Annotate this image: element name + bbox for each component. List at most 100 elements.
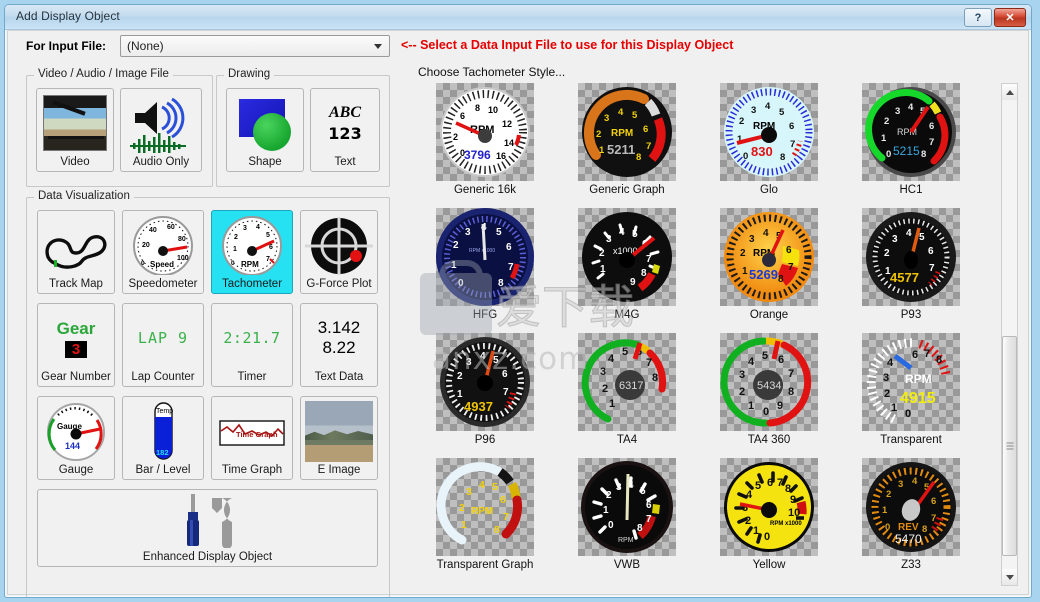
gallery-item[interactable]: 12 34 56 78 RPM 5269 Orange: [704, 208, 834, 321]
svg-text:6: 6: [500, 494, 506, 506]
tile-lap-counter[interactable]: LAP 9 Lap Counter: [122, 303, 204, 387]
tile-track-map[interactable]: Track Map: [37, 210, 115, 294]
track-map-icon: [38, 215, 114, 275]
svg-text:8: 8: [498, 278, 504, 289]
window-client-area: For Input File: (None) <-- Select a Data…: [7, 30, 1029, 597]
tachometer-style-pane: Choose Tachometer Style... 02 68 10 12 1…: [408, 61, 1026, 592]
gallery-item[interactable]: 01 23 45 67 89 10 RPM x1000 Yellow: [704, 458, 834, 571]
tile-audio-only[interactable]: Audio Only: [120, 88, 202, 172]
gauge-value: 5269: [749, 267, 778, 282]
gauge-value: 830: [751, 144, 773, 159]
svg-text:0: 0: [885, 522, 890, 533]
gallery-item[interactable]: 12 34 56 78 6317 TA4: [562, 333, 692, 446]
gallery-item[interactable]: 01 23 45 67 8 RPM VWB: [562, 458, 692, 571]
tile-text-data[interactable]: 3.142 8.22 Text Data: [300, 303, 378, 387]
tile-label: E Image: [317, 464, 361, 476]
scrollbar-grip-icon: [1006, 442, 1013, 450]
svg-text:2: 2: [739, 386, 745, 398]
gallery-item[interactable]: 01 23 45 67 89 5434 TA4 360: [704, 333, 834, 446]
gallery-item[interactable]: 12 34 56 78 RPM 5211 Generic Graph: [562, 83, 692, 196]
svg-text:3: 3: [898, 479, 903, 490]
triangle-up-icon: [1005, 89, 1014, 95]
gallery-item[interactable]: 12 34 56 7 4937 P96: [420, 333, 550, 446]
gallery-item-label: P96: [474, 434, 496, 446]
scroll-up-button[interactable]: [1002, 84, 1017, 100]
svg-text:6: 6: [912, 349, 918, 361]
tile-g-force-plot[interactable]: G-Force Plot: [300, 210, 378, 294]
svg-text:8: 8: [475, 103, 480, 113]
svg-text:10: 10: [488, 105, 498, 115]
tile-text[interactable]: ABC 123 Text: [310, 88, 380, 172]
gallery-item[interactable]: 01 2 3 4 6 78 RPM 4915 Transparent: [846, 333, 974, 446]
tile-label: Track Map: [49, 278, 103, 290]
svg-text:2: 2: [739, 116, 744, 127]
svg-text:100: 100: [177, 255, 189, 262]
gear-word: Gear: [56, 318, 96, 338]
add-display-object-window: Add Display Object ? ✕ For Input File: (…: [4, 4, 1032, 598]
tile-label: Gauge: [58, 464, 94, 476]
gallery-item[interactable]: 01 23 45 67 8 REV 5470 Z33: [846, 458, 974, 571]
tile-bar-level[interactable]: Temp 182 Bar / Level: [122, 396, 204, 480]
scroll-down-button[interactable]: [1002, 569, 1017, 585]
tile-label: Video: [60, 156, 90, 168]
gallery-item[interactable]: 01 23 45 67 8 RPM 830 Glo: [704, 83, 834, 196]
help-button[interactable]: ?: [964, 8, 992, 27]
svg-text:5: 5: [632, 229, 638, 240]
svg-text:6: 6: [786, 245, 792, 256]
gallery-item[interactable]: 01 23 45 67 8 RPM 5215 HC1: [846, 83, 974, 196]
svg-text:RPM: RPM: [471, 506, 493, 517]
lap-value: LAP 9: [137, 329, 189, 347]
svg-text:1: 1: [882, 505, 888, 516]
tile-time-graph[interactable]: Time Graph Time Graph: [211, 396, 293, 480]
gauge-value: 5434: [757, 380, 781, 392]
gallery-scrollbar[interactable]: [1001, 83, 1018, 586]
svg-text:2: 2: [596, 129, 601, 140]
svg-text:0: 0: [231, 260, 235, 267]
svg-text:6: 6: [767, 477, 773, 489]
input-file-combo[interactable]: (None): [120, 35, 390, 57]
tile-tachometer[interactable]: 1 2 3 4 5 6 7 0 RPM Tachometer: [211, 210, 293, 294]
svg-text:0: 0: [764, 531, 770, 543]
tile-timer[interactable]: 2:21.7 Timer: [211, 303, 293, 387]
svg-text:2: 2: [234, 234, 238, 241]
select-input-file-hint: <-- Select a Data Input File to use for …: [401, 38, 734, 52]
svg-text:7: 7: [777, 477, 783, 489]
svg-text:2: 2: [599, 248, 605, 259]
svg-text:0: 0: [763, 406, 769, 418]
gallery-item-label: VWB: [613, 559, 641, 571]
gallery-item[interactable]: 12 34 56 7 4577 P93: [846, 208, 974, 321]
svg-text:3: 3: [749, 234, 755, 245]
svg-text:8: 8: [641, 268, 647, 279]
svg-text:8: 8: [636, 152, 641, 163]
gallery-item[interactable]: 12 34 56 78 9 x1000 M4G: [562, 208, 692, 321]
gallery-item-label: HC1: [899, 184, 923, 196]
gallery-item[interactable]: 01 23 45 67 8 RPM x1000 HFG: [420, 208, 550, 321]
tile-label: Gear Number: [41, 371, 111, 383]
svg-text:5: 5: [779, 107, 785, 118]
tile-label: Text: [334, 156, 356, 168]
tile-e-image[interactable]: E Image: [300, 396, 378, 480]
svg-text:8: 8: [922, 524, 927, 535]
tile-gauge[interactable]: Gauge 144 Gauge: [37, 396, 115, 480]
tile-gear-number[interactable]: Gear 3 Gear Number: [37, 303, 115, 387]
e-image-icon: [305, 401, 373, 462]
tile-label: Enhanced Display Object: [142, 551, 273, 563]
svg-text:3: 3: [616, 482, 622, 493]
gallery-item[interactable]: 02 68 1012 1416 RPM 3796 Gener: [420, 83, 550, 196]
tile-video[interactable]: Video: [36, 88, 114, 172]
tile-speedometer[interactable]: 20 40 60 80 100 0 Speed Speedometer: [122, 210, 204, 294]
svg-text:4: 4: [480, 351, 486, 362]
dataviz-group-legend: Data Visualization: [34, 190, 134, 202]
scrollbar-thumb[interactable]: [1002, 336, 1017, 556]
gallery-item[interactable]: 12 34 56 78 RPM Transparent Graph: [420, 458, 550, 571]
gallery-item-label: HFG: [472, 309, 498, 321]
tile-enhanced-display-object[interactable]: Enhanced Display Object: [37, 489, 378, 567]
svg-text:5: 5: [622, 346, 628, 358]
tile-shape[interactable]: Shape: [226, 88, 304, 172]
yellow-tachometer-icon: 01 23 45 67 89 10 RPM x1000: [720, 458, 818, 556]
svg-text:1: 1: [742, 266, 748, 277]
close-button[interactable]: ✕: [994, 8, 1026, 27]
svg-text:2: 2: [740, 248, 746, 259]
svg-text:1: 1: [603, 505, 609, 516]
svg-text:5: 5: [266, 232, 270, 239]
